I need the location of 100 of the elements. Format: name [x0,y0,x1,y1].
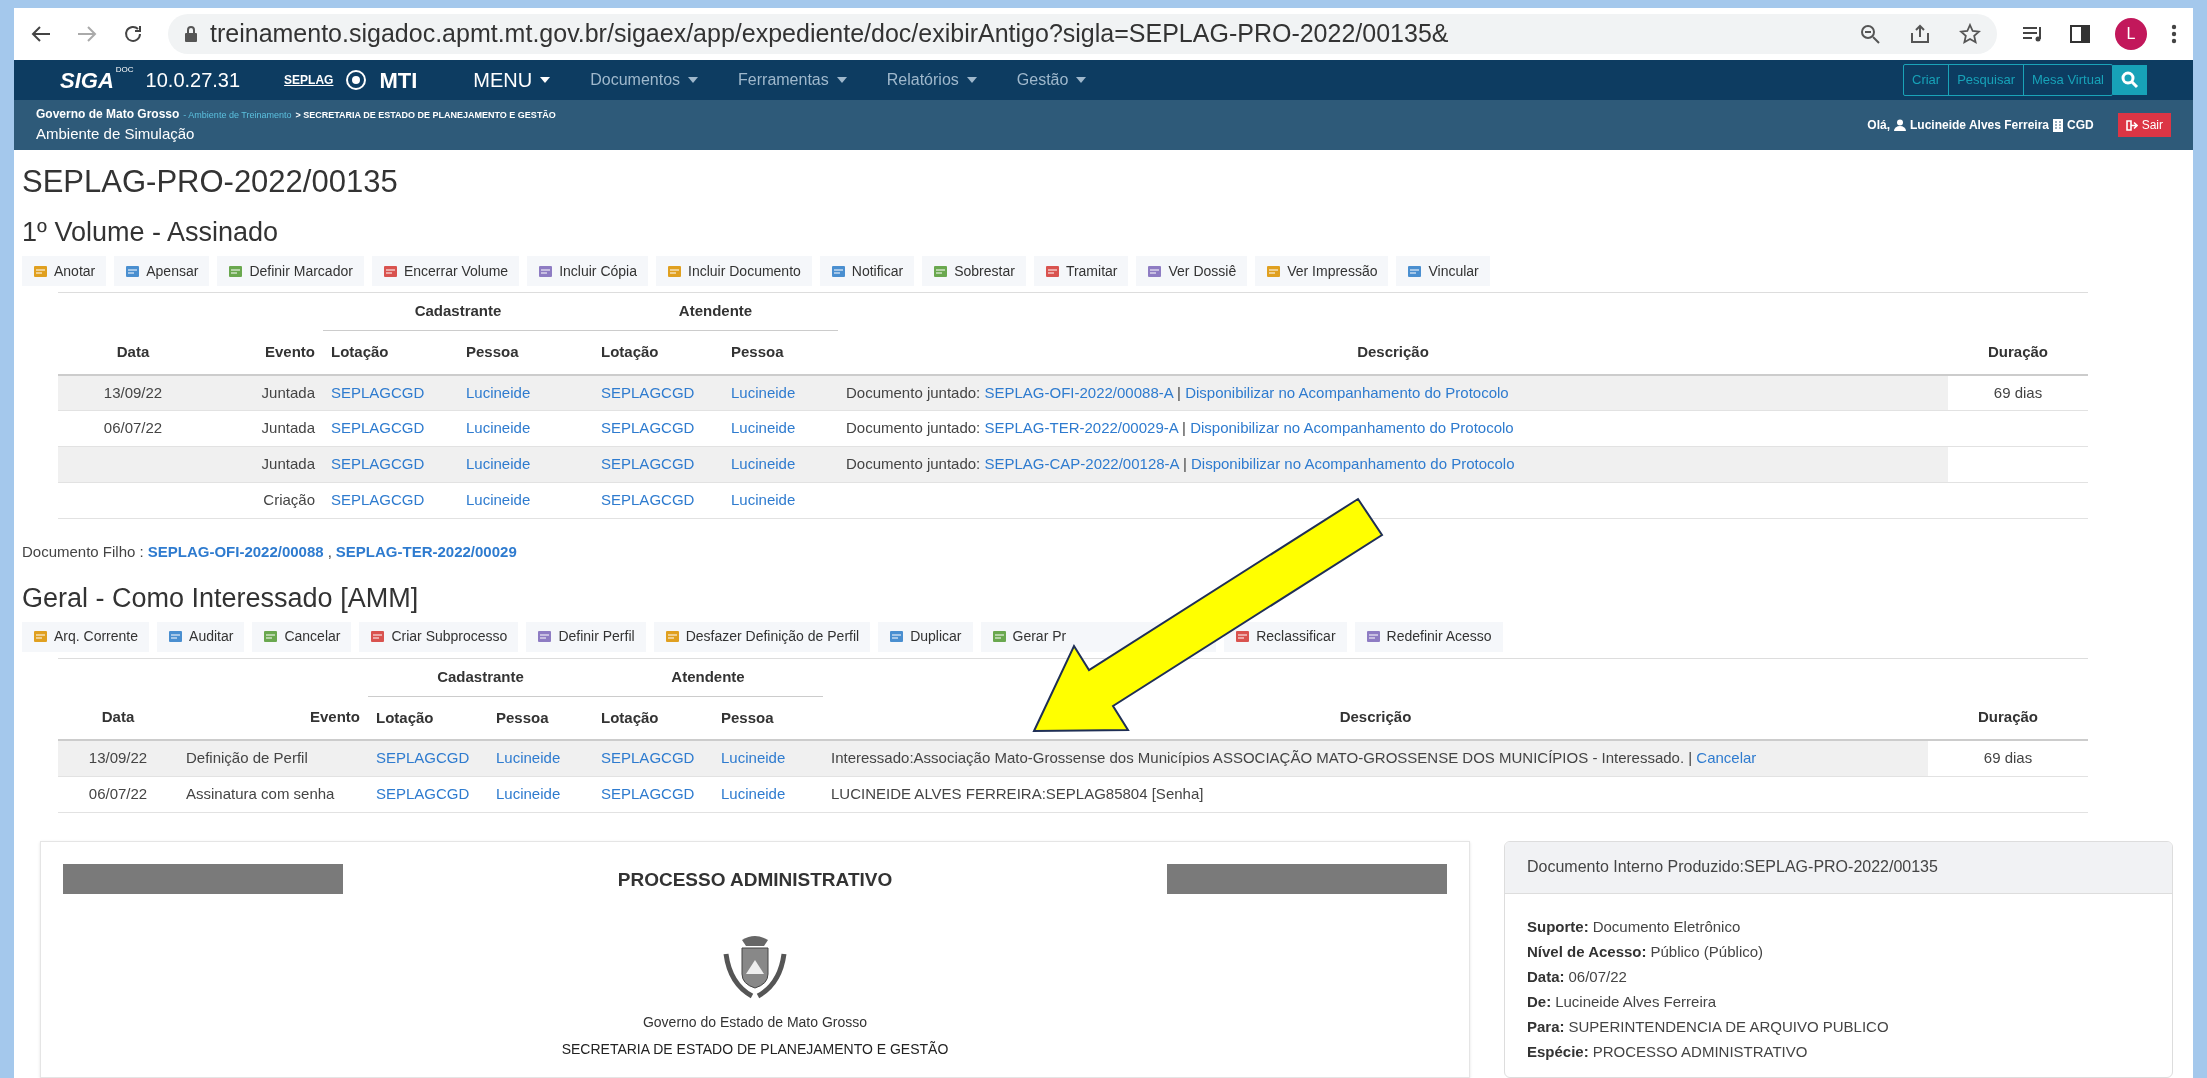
greeting-text: Olá, [1867,117,1891,134]
toolbar-button[interactable]: Vincular [1396,256,1490,286]
menu-dropdown[interactable]: Gestão [1016,68,1087,92]
unit-text: CGD [2067,117,2094,134]
document-link[interactable]: SEPLAG-OFI-2022/00088 [147,541,324,564]
search-button[interactable] [2113,65,2147,95]
toolbar-button[interactable]: Incluir Documento [656,256,812,286]
nav-action-button[interactable]: Criar [1904,65,1949,95]
separator-text: , [327,542,332,562]
toolbar-button[interactable]: Arq. Corrente [22,621,150,652]
unit-link[interactable]: SEPLAGCGD [323,410,458,447]
reload-icon[interactable] [122,23,144,45]
toolbar-button[interactable]: Anotar [22,256,107,286]
document-icon [370,630,386,643]
description-link[interactable]: SEPLAG-TER-2022/00029-A [984,419,1178,437]
menu-dropdown[interactable]: Relatórios [886,68,977,92]
unit-link[interactable]: SEPLAGCGD [368,776,488,812]
nav-action-button[interactable]: Mesa Virtual [2023,65,2112,95]
description-link[interactable]: Disponibilizar no Acompanhamento do Protocolo [1191,455,1515,473]
person-link[interactable]: Lucineide [488,776,593,812]
toolbar-button[interactable]: Definir Perfil [526,621,646,652]
toolbar-button[interactable]: Desfazer Definição de Perfil [653,621,871,652]
unit-link[interactable]: SEPLAGCGD [323,482,458,519]
menu-button[interactable]: MENU [473,65,551,95]
caret-icon [836,77,847,83]
toolbar-button[interactable]: Cancelar [252,621,352,652]
address-bar[interactable]: treinamento.sigadoc.apmt.mt.gov.br/sigaex/app/expediente/doc/exibirAntigo?sigla=SEPLAG-PRO-2022/00135& [168,14,1997,54]
person-link[interactable]: Lucineide [723,374,838,411]
children-label: Documento Filho : [22,542,144,562]
event-text: Juntada [208,374,323,411]
duration-text: 69 dias [1948,374,2088,411]
person-link[interactable]: Lucineide [458,482,593,519]
more-options-icon[interactable] [2171,23,2177,45]
brand-logo-text: MTI [379,66,418,95]
document-icon [33,264,48,278]
toolbar-button[interactable]: Incluir Cópia [527,256,648,286]
description-link[interactable]: Cancelar [1696,749,1757,766]
column-header: Pessoa [458,330,593,375]
unit-link[interactable]: SEPLAGCGD [593,776,713,812]
unit-link[interactable]: SEPLAGCGD [593,410,723,447]
toolbar-button[interactable]: Sobrestar [922,256,1026,286]
person-link[interactable]: Lucineide [713,740,823,776]
group-header: Cadastrante [323,292,593,331]
toolbar-button[interactable]: Duplicar [878,621,973,652]
subtitle-text: Ambiente de Simulação [36,123,196,144]
toolbar-button[interactable]: Auditar [157,621,245,652]
person-link[interactable]: Lucineide [458,446,593,483]
description-link[interactable]: Disponibilizar no Acompanhamento do Protocolo [1190,419,1514,437]
person-link[interactable]: Lucineide [458,374,593,411]
description-text: | [1182,455,1187,473]
unit-link[interactable]: SEPLAGCGD [368,740,488,776]
document-link[interactable]: SEPLAG-TER-2022/00029 [335,541,517,564]
caret-icon [966,77,977,83]
document-icon [1407,264,1423,278]
unit-link[interactable]: SEPLAGCGD [323,446,458,483]
zoom-out-icon[interactable] [1859,23,1881,45]
person-link[interactable]: Lucineide [723,482,838,519]
person-link[interactable]: Lucineide [723,410,838,447]
star-icon[interactable] [1959,23,1981,45]
toolbar-button[interactable]: Criar Subprocesso [359,621,519,652]
caret-icon [1076,77,1087,83]
brand-logo-text: SEPLAG [284,72,334,89]
toolbar-button[interactable]: Reclassificar [1224,621,1347,652]
toolbar-button[interactable]: Notificar [819,256,915,286]
toolbar-button[interactable]: Tramitar [1033,256,1129,286]
description-link[interactable]: SEPLAG-CAP-2022/00128-A [984,455,1179,473]
environment-text: - Ambiente de Treinamento [183,108,292,122]
unit-link[interactable]: SEPLAGCGD [323,374,458,411]
document-icon [33,630,48,643]
user-icon [1894,119,1907,131]
description-link[interactable]: Disponibilizar no Acompanhamento do Protocolo [1185,383,1509,401]
toolbar-button[interactable]: Definir Marcador [217,256,364,286]
user-name[interactable]: Lucineide Alves Ferreira [1910,116,2049,134]
field-value: Público (Público) [1650,941,1764,962]
toolbar-button[interactable]: Encerrar Volume [371,256,520,286]
group-header: Atendente [593,658,823,696]
caret-icon [688,77,699,83]
emblem-icon [345,69,368,91]
field-value: SUPERINTENDENCIA DE ARQUIVO PUBLICO [1568,1016,1889,1037]
share-icon[interactable] [1909,23,1931,45]
description-link[interactable]: SEPLAG-OFI-2022/00088-A [984,383,1173,401]
toolbar-button[interactable]: Redefinir Acesso [1354,621,1503,652]
person-link[interactable]: Lucineide [488,740,593,776]
profile-avatar[interactable]: L [2115,18,2147,50]
person-link[interactable]: Lucineide [723,446,838,483]
toolbar-button[interactable]: Ver Impressão [1255,256,1389,286]
unit-link[interactable]: SEPLAGCGD [593,482,723,519]
side-panel-icon[interactable] [2069,23,2091,45]
nav-action-button[interactable]: Pesquisar [1948,65,2023,95]
unit-link[interactable]: SEPLAGCGD [593,374,723,411]
toolbar-button[interactable]: Apensar [114,256,210,286]
person-link[interactable]: Lucineide [713,776,823,812]
menu-dropdown[interactable]: Documentos [590,68,699,92]
logout-button[interactable]: Sair [2117,113,2171,137]
toolbar-button[interactable]: Ver Dossiê [1136,256,1248,286]
unit-link[interactable]: SEPLAGCGD [593,740,713,776]
person-link[interactable]: Lucineide [458,410,593,447]
menu-dropdown[interactable]: Ferramentas [738,68,847,92]
unit-link[interactable]: SEPLAGCGD [593,446,723,483]
version-text: 10.0.27.31 [145,68,241,93]
